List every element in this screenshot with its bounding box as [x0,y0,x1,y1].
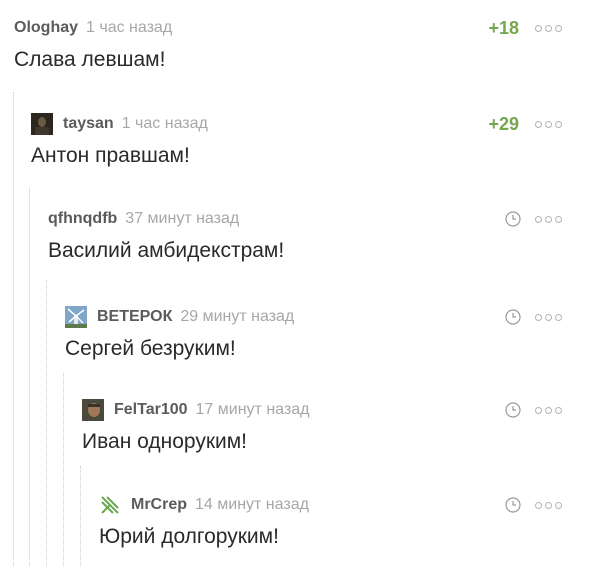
comment-time[interactable]: 17 минут назад [196,401,310,419]
comment: ВЕТЕРОК 29 минут назад Сергей безруким! [65,305,562,363]
comment-author[interactable]: MrCrep [131,496,187,514]
comment-header: FelTar100 17 минут назад [82,398,562,422]
comment-actions [505,211,562,227]
clock-icon[interactable] [505,211,521,227]
comment-header: taysan 1 час назад +29 [31,112,562,136]
more-dots-icon[interactable] [535,501,562,509]
comment-header: ВЕТЕРОК 29 минут назад [65,305,562,329]
comment-author[interactable]: ВЕТЕРОК [97,308,172,326]
comment: taysan 1 час назад +29 Антон правшам! [31,112,562,170]
more-dots-icon[interactable] [535,313,562,321]
comment-author[interactable]: Ologhay [14,19,78,37]
comment-text: Юрий долгоруким! [99,525,279,548]
thread-line [63,373,64,566]
avatar[interactable] [65,306,87,328]
more-dots-icon[interactable] [535,406,562,414]
comment-text: Василий амбидекстрам! [48,239,285,262]
comment-actions [505,309,562,325]
comment-time[interactable]: 1 час назад [122,115,208,133]
thread-line [46,280,47,566]
thread-line [29,187,30,566]
more-dots-icon[interactable] [535,24,562,32]
comment-text: Антон правшам! [31,144,190,167]
comment: MrCrep 14 минут назад Юрий долгоруким! [99,493,562,551]
comment-header: MrCrep 14 минут назад [99,493,562,517]
comment-author[interactable]: taysan [63,115,114,133]
clock-icon[interactable] [505,402,521,418]
comment-time[interactable]: 14 минут назад [195,496,309,514]
avatar[interactable] [99,494,121,516]
comment-author[interactable]: qfhnqdfb [48,210,117,228]
comment-time[interactable]: 29 минут назад [180,308,294,326]
comment-time[interactable]: 1 час назад [86,19,172,37]
comment-actions [505,497,562,513]
comment-author[interactable]: FelTar100 [114,401,188,419]
more-dots-icon[interactable] [535,120,562,128]
comment-header: Ologhay 1 час назад +18 [14,16,562,40]
comment-time[interactable]: 37 минут назад [125,210,239,228]
thread-line [80,466,81,566]
comment-actions [505,402,562,418]
clock-icon[interactable] [505,309,521,325]
comment-text: Сергей безруким! [65,337,236,360]
avatar[interactable] [82,399,104,421]
comment: FelTar100 17 минут назад Иван одноруким! [82,398,562,456]
comment: Ologhay 1 час назад +18 Слава левшам! [14,16,562,74]
comment-actions: +18 [488,18,562,39]
comment: qfhnqdfb 37 минут назад Василий амбидекс… [48,207,562,265]
comment-actions: +29 [488,114,562,135]
comment-text: Слава левшам! [14,48,166,71]
comment-rating: +29 [488,113,519,134]
thread-line [13,92,14,566]
comment-header: qfhnqdfb 37 минут назад [48,207,562,231]
more-dots-icon[interactable] [535,215,562,223]
comment-text: Иван одноруким! [82,430,248,453]
avatar[interactable] [31,113,53,135]
clock-icon[interactable] [505,497,521,513]
comment-rating: +18 [488,17,519,38]
